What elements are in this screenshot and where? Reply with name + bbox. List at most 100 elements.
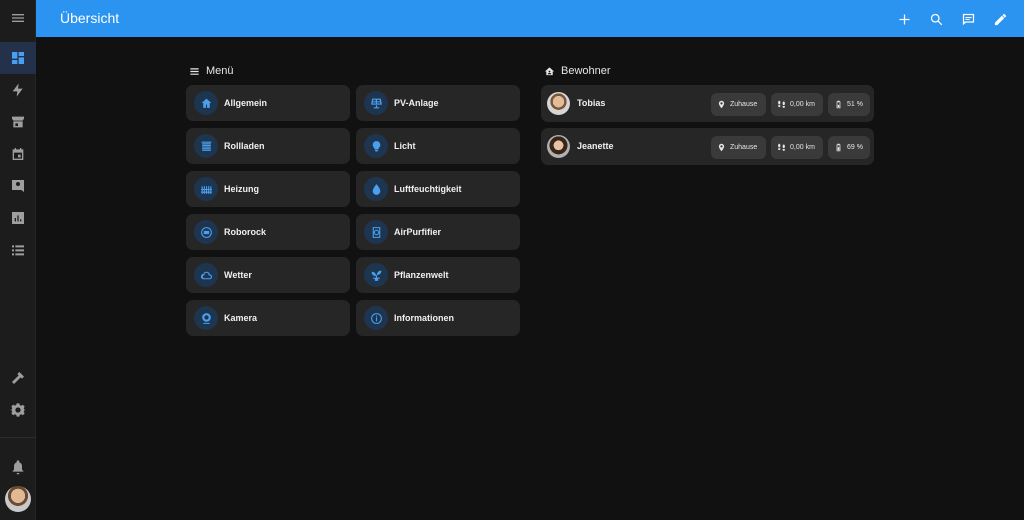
page-title: Übersicht [60,10,120,26]
tile-label: Kamera [224,313,258,323]
tile-luftfeuchtigkeit[interactable]: Luftfeuchtigkeit [356,171,520,207]
account-box-icon [12,180,24,192]
footsteps-icon [778,100,785,108]
tile-label: Pflanzenwelt [394,270,449,280]
sidebar-divider [0,437,36,438]
distance-text: 0,00 km [790,144,815,151]
battery-text: 51 % [847,101,863,108]
top-app-bar: Übersicht [36,0,1024,37]
home-account-icon [544,66,555,75]
distance-text: 0,00 km [790,101,815,108]
tile-label: PV-Anlage [394,98,439,108]
tile-icon-bg [364,263,388,287]
tile-label: Wetter [224,270,252,280]
tile-label: Rollladen [224,141,265,151]
calendar-icon [12,148,24,160]
battery-icon [836,143,841,152]
tile-kamera[interactable]: Kamera [186,300,350,336]
tile-airpurifier[interactable]: AirPurfifier [356,214,520,250]
tile-icon-bg [364,134,388,158]
menu-icon [12,14,24,22]
tile-rollladen[interactable]: Rollladen [186,128,350,164]
person-name: Jeanette [577,141,614,151]
lightning-icon [12,83,23,97]
sidebar-item-logbook[interactable] [0,234,36,266]
map-marker-icon [718,143,725,152]
sidebar-item-calendar[interactable] [0,138,36,170]
person-card-tobias[interactable]: Tobias Zuhause 0,00 km 51 % [541,85,874,122]
person-name: Tobias [577,98,606,108]
tile-label: Licht [394,141,416,151]
air-purifier-icon [372,226,380,238]
info-icon [370,312,382,324]
menu-section-title: Menü [189,65,234,77]
sidebar-item-contacts[interactable] [0,170,36,202]
sidebar-menu-toggle[interactable] [0,2,36,34]
person-card-jeanette[interactable]: Jeanette Zuhause 0,00 km 69 % [541,128,874,165]
plus-icon [899,14,909,24]
assist-button[interactable] [957,8,979,30]
sidebar-item-settings[interactable] [0,394,36,426]
tile-pflanzenwelt[interactable]: Pflanzenwelt [356,257,520,293]
sidebar-item-notifications[interactable] [0,451,36,483]
distance-chip[interactable]: 0,00 km [771,136,823,159]
avatar [547,135,570,158]
tile-licht[interactable]: Licht [356,128,520,164]
footsteps-icon [778,143,785,151]
sidebar-item-store[interactable] [0,106,36,138]
location-text: Zuhause [730,101,758,108]
tile-label: Heizung [224,184,259,194]
user-avatar[interactable] [5,486,31,512]
tile-wetter[interactable]: Wetter [186,257,350,293]
battery-text: 69 % [847,144,863,151]
list-icon [12,245,24,256]
map-marker-icon [718,100,725,109]
battery-chip[interactable]: 69 % [828,136,870,159]
edit-dashboard-button[interactable] [989,8,1011,30]
tile-label: Allgemein [224,98,268,108]
menu-title: Menü [206,65,234,77]
dashboard-icon [12,52,24,64]
bell-icon [12,460,24,475]
tile-informationen[interactable]: Informationen [356,300,520,336]
tile-heizung[interactable]: Heizung [186,171,350,207]
avatar [547,92,570,115]
location-chip[interactable]: Zuhause [711,93,766,116]
add-button[interactable] [893,8,915,30]
sprout-icon [371,270,381,281]
tile-pv-anlage[interactable]: PV-Anlage [356,85,520,121]
tile-icon-bg [364,220,388,244]
lightbulb-icon [372,140,380,152]
residents-title: Bewohner [561,65,611,77]
tile-icon-bg [364,177,388,201]
tile-roborock[interactable]: Roborock [186,214,350,250]
menu-icon [190,67,199,75]
hammer-icon [12,372,24,384]
sidebar-item-energy[interactable] [0,74,36,106]
tile-allgemein[interactable]: Allgemein [186,85,350,121]
battery-icon [836,100,841,109]
tile-icon-bg [194,134,218,158]
chart-icon [12,212,24,224]
location-text: Zuhause [730,144,758,151]
pencil-icon [994,13,1006,25]
sidebar-item-developer-tools[interactable] [0,362,36,394]
water-drop-icon [372,183,380,195]
tile-icon-bg [194,263,218,287]
location-chip[interactable]: Zuhause [711,136,766,159]
sidebar-item-history[interactable] [0,202,36,234]
tile-icon-bg [194,220,218,244]
comment-icon [962,13,974,25]
tile-icon-bg [364,91,388,115]
gear-icon [10,403,26,417]
tile-icon-bg [194,177,218,201]
search-button[interactable] [925,8,947,30]
residents-section-title: Bewohner [544,65,611,77]
sidebar-item-overview[interactable] [0,42,36,74]
battery-chip[interactable]: 51 % [828,93,870,116]
home-icon [201,98,211,108]
tile-label: Luftfeuchtigkeit [394,184,462,194]
tile-icon-bg [194,91,218,115]
distance-chip[interactable]: 0,00 km [771,93,823,116]
radiator-icon [200,185,212,194]
